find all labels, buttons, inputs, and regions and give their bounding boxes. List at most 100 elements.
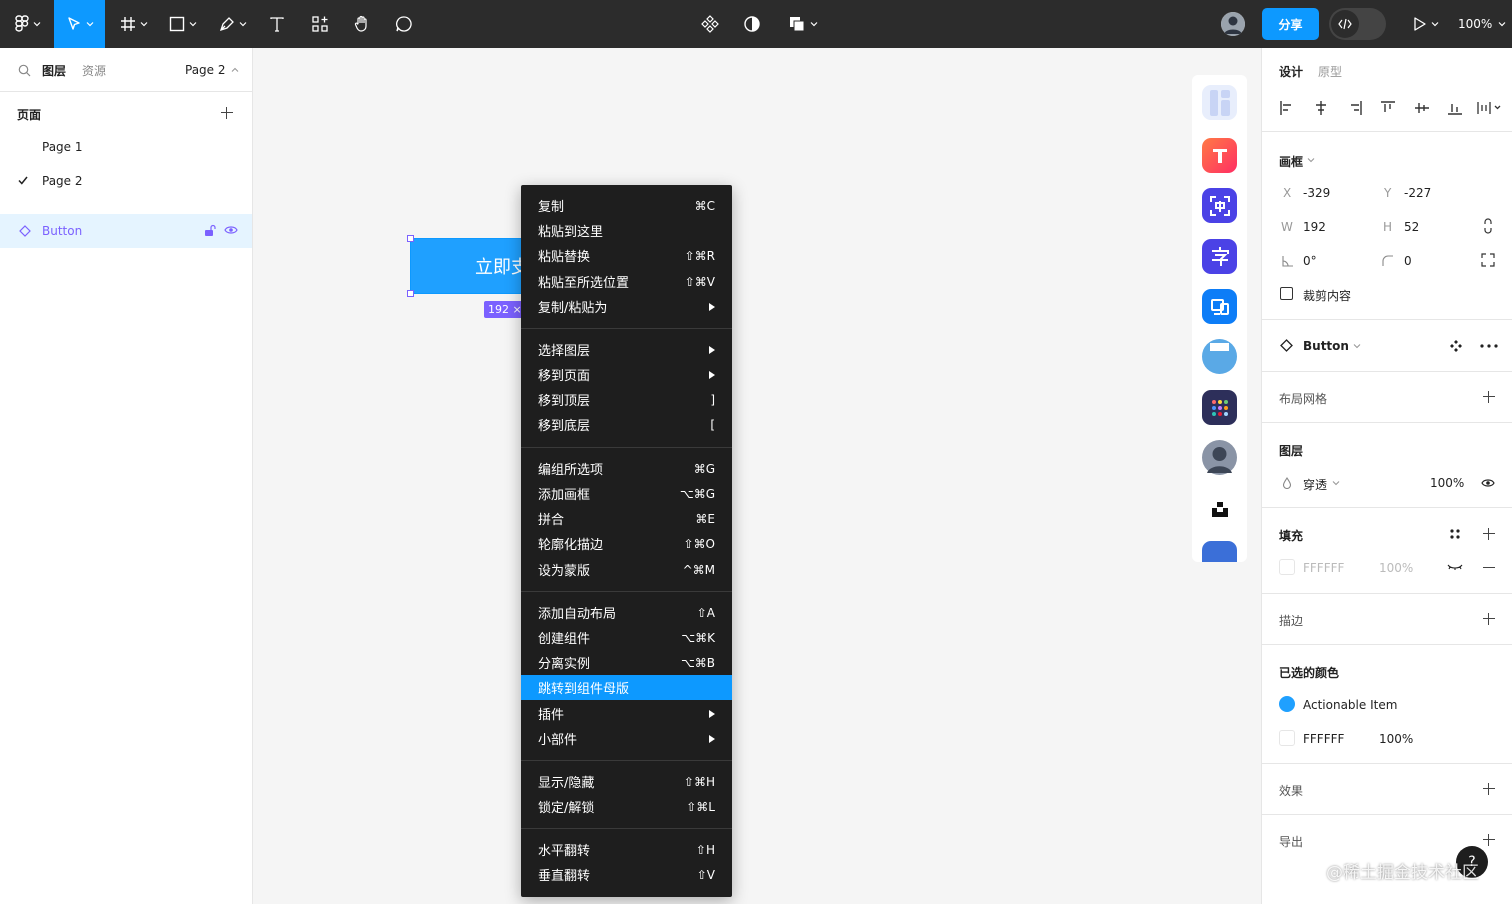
menu-item-widgets[interactable]: 小部件 — [521, 726, 732, 751]
menu-item-copy[interactable]: 复制 ⌘C — [521, 193, 732, 218]
menu-item-copy-paste-as[interactable]: 复制/粘贴为 — [521, 294, 732, 319]
go-to-main-component-icon[interactable] — [1449, 339, 1463, 353]
menu-item-show-hide[interactable]: 显示/隐藏 ⇧⌘H — [521, 769, 732, 794]
share-button[interactable]: 分享 — [1262, 8, 1319, 40]
pen-tool-button[interactable] — [212, 0, 254, 48]
align-top-icon[interactable] — [1380, 100, 1396, 116]
menu-item-flip-horizontal[interactable]: 水平翻转 ⇧H — [521, 837, 732, 862]
color-name[interactable]: Actionable Item — [1303, 698, 1397, 712]
resize-handle-top-left[interactable] — [407, 235, 414, 242]
comment-tool-button[interactable] — [390, 0, 418, 48]
fill-hex-input[interactable]: FFFFFF — [1303, 561, 1344, 575]
page-item-1[interactable]: Page 1 — [0, 131, 252, 163]
tab-design[interactable]: 设计 — [1279, 63, 1303, 80]
plugin-font-icon[interactable] — [1202, 239, 1237, 274]
rotation-input[interactable]: 0° — [1303, 254, 1317, 268]
more-icon[interactable] — [1480, 344, 1498, 348]
menu-item-paste-replace[interactable]: 粘贴替换 ⇧⌘R — [521, 243, 732, 268]
present-button[interactable] — [1408, 0, 1444, 48]
menu-item-bring-to-front[interactable]: 移到顶层] — [521, 387, 732, 412]
menu-item-outline-stroke[interactable]: 轮廓化描边 ⇧⌘O — [521, 531, 732, 556]
radius-input[interactable]: 0 — [1404, 254, 1412, 268]
frame-tool-button[interactable] — [114, 0, 154, 48]
independent-corners-icon[interactable] — [1481, 253, 1495, 267]
theme-toggle-button[interactable] — [740, 0, 764, 48]
zoom-dropdown[interactable]: 100% — [1458, 0, 1506, 48]
constrain-proportions-icon[interactable] — [1483, 218, 1493, 234]
component-name[interactable]: Button — [1303, 339, 1349, 353]
color-name[interactable]: FFFFFF — [1303, 732, 1344, 746]
resources-button[interactable] — [306, 0, 334, 48]
plugin-cup-icon[interactable] — [1202, 339, 1237, 374]
x-input[interactable]: -329 — [1303, 186, 1330, 200]
tab-assets[interactable]: 资源 — [82, 48, 106, 92]
main-menu-button[interactable] — [8, 0, 48, 48]
align-center-h-icon[interactable] — [1313, 100, 1329, 116]
eye-closed-icon[interactable] — [1447, 563, 1463, 571]
layer-opacity-input[interactable]: 100% — [1430, 476, 1464, 490]
menu-item-paste-here[interactable]: 粘贴到这里 — [521, 218, 732, 243]
styles-icon[interactable] — [1449, 528, 1461, 540]
menu-item-select-layer[interactable]: 选择图层 — [521, 337, 732, 362]
layer-search-button[interactable] — [18, 48, 31, 92]
menu-item-frame-selection[interactable]: 添加画框 ⌥⌘G — [521, 481, 732, 506]
move-tool-button[interactable] — [54, 0, 105, 48]
hand-tool-button[interactable] — [348, 0, 376, 48]
dev-mode-toggle[interactable] — [1329, 8, 1386, 40]
page-selector[interactable]: Page 2 — [185, 48, 239, 92]
h-input[interactable]: 52 — [1404, 220, 1419, 234]
distribute-icon[interactable] — [1476, 100, 1502, 116]
text-tool-button[interactable] — [264, 0, 290, 48]
menu-item-move-to-page[interactable]: 移到页面 — [521, 362, 732, 387]
tab-layers[interactable]: 图层 — [42, 48, 66, 92]
menu-item-create-component[interactable]: 创建组件 ⌥⌘K — [521, 625, 732, 650]
menu-item-lock-unlock[interactable]: 锁定/解锁 ⇧⌘L — [521, 794, 732, 819]
canvas[interactable] — [254, 48, 1260, 904]
unlock-icon[interactable] — [204, 224, 216, 237]
menu-item-go-to-main-component[interactable]: 跳转到组件母版 — [521, 675, 732, 700]
component-center-button[interactable] — [698, 0, 722, 48]
plugin-layout-icon[interactable] — [1202, 85, 1237, 120]
user-avatar[interactable] — [1221, 12, 1245, 36]
frame-title[interactable]: 画框 — [1279, 153, 1303, 170]
color-swatch-actionable[interactable] — [1279, 696, 1295, 712]
blend-mode-dropdown[interactable]: 穿透 — [1303, 476, 1327, 493]
plugin-unsplash-icon[interactable] — [1202, 491, 1237, 526]
menu-item-add-auto-layout[interactable]: 添加自动布局 ⇧A — [521, 600, 732, 625]
menu-item-send-to-back[interactable]: 移到底层 [ — [521, 412, 732, 437]
resize-handle-bottom-left[interactable] — [407, 290, 414, 297]
menu-item-use-as-mask[interactable]: 设为蒙版 ^⌘M — [521, 557, 732, 582]
color-swatch-white[interactable] — [1279, 730, 1295, 746]
eye-icon[interactable] — [1481, 478, 1495, 488]
tab-prototype[interactable]: 原型 — [1318, 63, 1342, 80]
plugin-grid-icon[interactable] — [1202, 390, 1237, 425]
align-right-icon[interactable] — [1347, 100, 1363, 116]
plus-icon[interactable] — [1483, 834, 1495, 846]
menu-item-flatten[interactable]: 拼合 ⌘E — [521, 506, 732, 531]
layer-item-button[interactable]: Button — [0, 214, 252, 248]
shape-tool-button[interactable] — [162, 0, 204, 48]
boolean-ops-button[interactable] — [784, 0, 822, 48]
plus-icon[interactable] — [1483, 783, 1495, 795]
menu-item-flip-vertical[interactable]: 垂直翻转 ⇧V — [521, 862, 732, 887]
plugin-device-icon[interactable] — [1202, 289, 1237, 324]
fill-opacity-input[interactable]: 100% — [1379, 561, 1413, 575]
plugin-avatar-icon[interactable] — [1202, 440, 1237, 475]
plus-icon[interactable] — [1483, 613, 1495, 625]
plugin-scan-icon[interactable] — [1202, 188, 1237, 223]
plugin-text-icon[interactable] — [1202, 138, 1237, 173]
y-input[interactable]: -227 — [1404, 186, 1431, 200]
remove-fill-icon[interactable] — [1483, 567, 1495, 569]
align-center-v-icon[interactable] — [1414, 100, 1430, 116]
eye-icon[interactable] — [224, 225, 238, 235]
w-input[interactable]: 192 — [1303, 220, 1326, 234]
menu-item-detach-instance[interactable]: 分离实例 ⌥⌘B — [521, 650, 732, 675]
plugin-more-icon[interactable] — [1202, 541, 1237, 562]
align-bottom-icon[interactable] — [1447, 100, 1463, 116]
fill-swatch[interactable] — [1279, 559, 1295, 575]
menu-item-paste-in-place[interactable]: 粘贴至所选位置 ⇧⌘V — [521, 269, 732, 294]
add-page-button[interactable] — [221, 107, 233, 119]
align-left-icon[interactable] — [1279, 100, 1295, 116]
page-item-2[interactable]: Page 2 — [0, 165, 252, 197]
plus-icon[interactable] — [1483, 391, 1495, 403]
